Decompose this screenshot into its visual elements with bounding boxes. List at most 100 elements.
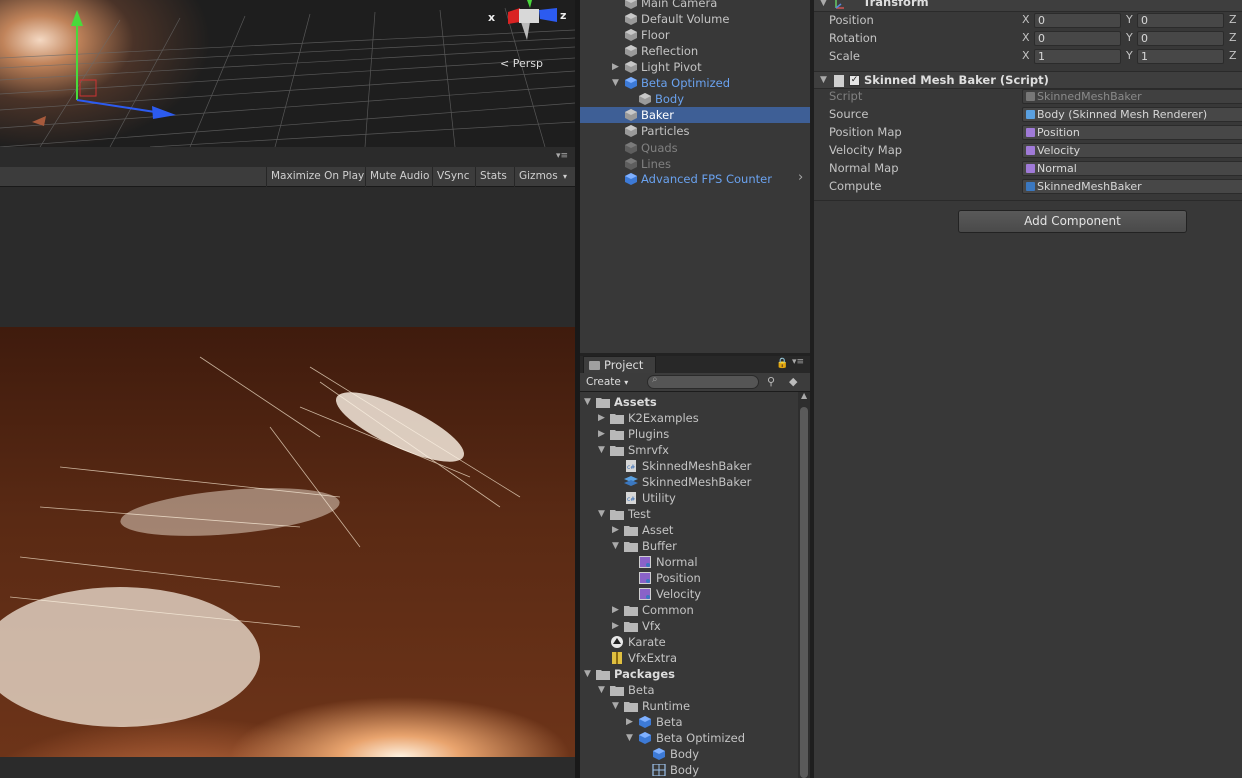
scene-view[interactable]: x z < Persp bbox=[0, 0, 575, 147]
filter-by-label-icon[interactable]: ◆ bbox=[789, 375, 797, 388]
stats-button[interactable]: Stats bbox=[475, 167, 511, 187]
gameobject-icon bbox=[625, 142, 637, 154]
folder-icon bbox=[589, 361, 600, 370]
chevron-right-icon[interactable]: › bbox=[798, 170, 803, 185]
tab-project[interactable]: Project bbox=[583, 356, 656, 374]
gizmo-z-label: z bbox=[560, 9, 567, 22]
project-item-label: Assets bbox=[614, 395, 657, 409]
hierarchy-item-label: Particles bbox=[641, 124, 690, 138]
skinned-mesh-baker-header[interactable]: ▼ ✓ Skinned Mesh Baker (Script) bbox=[814, 71, 1242, 89]
collapse-arrow-icon[interactable]: ▼ bbox=[612, 538, 619, 554]
project-item-label: Test bbox=[628, 507, 651, 521]
compute-row: Compute bbox=[829, 178, 881, 195]
rotation-y-input[interactable]: 0 bbox=[1137, 31, 1224, 46]
hierarchy-item-label: Reflection bbox=[641, 44, 699, 58]
compute-object-field[interactable]: SkinnedMeshBaker bbox=[1022, 179, 1242, 194]
axis-z-label: Z bbox=[1229, 13, 1237, 26]
vsync-button[interactable]: VSync bbox=[432, 167, 474, 187]
collapse-arrow-icon[interactable]: ▼ bbox=[612, 75, 619, 91]
field-label: Compute bbox=[829, 179, 882, 193]
script-icon bbox=[834, 75, 844, 87]
component-title: Skinned Mesh Baker (Script) bbox=[864, 73, 1049, 87]
hierarchy-item-label: Quads bbox=[641, 141, 678, 155]
create-dropdown[interactable]: Create ▾ bbox=[586, 373, 628, 392]
panel-menu-icon[interactable]: ▾≡ bbox=[792, 357, 804, 367]
hierarchy-item-floor[interactable]: Floor bbox=[580, 27, 810, 43]
search-icon: ⌕ bbox=[652, 374, 658, 385]
expand-arrow-icon[interactable]: ▶ bbox=[612, 602, 619, 618]
project-scroll-thumb[interactable] bbox=[800, 407, 808, 778]
create-label: Create bbox=[586, 376, 621, 388]
svg-text:c#: c# bbox=[627, 496, 635, 503]
script-icon bbox=[1026, 92, 1035, 101]
project-item-label: Beta bbox=[656, 715, 683, 729]
axis-x-label: X bbox=[1022, 49, 1030, 62]
velocity-map-value: Velocity bbox=[1037, 144, 1081, 157]
lock-icon[interactable]: 🔒 bbox=[776, 358, 788, 369]
collapse-arrow-icon[interactable]: ▼ bbox=[598, 682, 605, 698]
folder-icon bbox=[610, 686, 624, 696]
hierarchy-item-baker[interactable]: Baker bbox=[580, 107, 810, 123]
hierarchy-item-advanced-fps-counter[interactable]: Advanced FPS Counter bbox=[580, 171, 810, 187]
expand-arrow-icon[interactable]: ▶ bbox=[626, 714, 633, 730]
hierarchy-item-body[interactable]: Body bbox=[580, 91, 810, 107]
expand-arrow-icon[interactable]: ▶ bbox=[598, 426, 605, 442]
position-y-input[interactable]: 0 bbox=[1137, 13, 1224, 28]
collapse-arrow-icon[interactable]: ▼ bbox=[598, 442, 605, 458]
panel-menu-icon[interactable]: ▾≡ bbox=[556, 151, 568, 161]
collapse-arrow-icon[interactable]: ▼ bbox=[612, 698, 619, 714]
velocity-map-row: Velocity Map bbox=[829, 142, 902, 159]
transform-header[interactable]: ▼ Transform bbox=[814, 0, 1242, 12]
normal-map-object-field[interactable]: Normal bbox=[1022, 161, 1242, 176]
mute-audio-button[interactable]: Mute Audio bbox=[365, 167, 433, 187]
hierarchy-item-particles[interactable]: Particles bbox=[580, 123, 810, 139]
script-object-field: SkinnedMeshBaker bbox=[1022, 89, 1242, 104]
velocity-map-object-field[interactable]: Velocity bbox=[1022, 143, 1242, 158]
position-map-value: Position bbox=[1037, 126, 1080, 139]
add-component-button[interactable]: Add Component bbox=[958, 210, 1187, 233]
collapse-arrow-icon[interactable]: ▼ bbox=[626, 730, 633, 746]
axis-z-label: Z bbox=[1229, 49, 1237, 62]
gizmos-dropdown[interactable]: Gizmos ▾ bbox=[514, 167, 572, 187]
hierarchy-item-default-volume[interactable]: Default Volume bbox=[580, 11, 810, 27]
expand-arrow-icon[interactable]: ▶ bbox=[612, 522, 619, 538]
hierarchy-item-quads[interactable]: Quads bbox=[580, 140, 810, 156]
scale-x-input[interactable]: 1 bbox=[1034, 49, 1121, 64]
hierarchy-item-reflection[interactable]: Reflection bbox=[580, 43, 810, 59]
collapse-arrow-icon[interactable]: ▼ bbox=[820, 75, 827, 85]
rotation-x-input[interactable]: 0 bbox=[1034, 31, 1121, 46]
folder-icon bbox=[596, 670, 610, 680]
expand-arrow-icon[interactable]: ▶ bbox=[598, 410, 605, 426]
project-item-label: Karate bbox=[628, 635, 666, 649]
scale-y-input[interactable]: 1 bbox=[1137, 49, 1224, 64]
maximize-on-play-button[interactable]: Maximize On Play bbox=[266, 167, 368, 187]
collapse-arrow-icon[interactable]: ▼ bbox=[820, 0, 827, 8]
folder-icon bbox=[610, 430, 624, 440]
project-item-label: Vfx bbox=[642, 619, 661, 633]
hierarchy-item-lines[interactable]: Lines bbox=[580, 156, 810, 172]
gameobject-icon bbox=[625, 61, 637, 73]
collapse-arrow-icon[interactable]: ▼ bbox=[598, 506, 605, 522]
source-object-field[interactable]: Body (Skinned Mesh Renderer) bbox=[1022, 107, 1242, 122]
filter-by-type-icon[interactable]: ⚲ bbox=[767, 375, 775, 388]
collapse-arrow-icon[interactable]: ▼ bbox=[584, 666, 591, 682]
normal-map-row: Normal Map bbox=[829, 160, 899, 177]
projection-toggle[interactable]: < Persp bbox=[500, 57, 543, 70]
collapse-arrow-icon[interactable]: ▼ bbox=[584, 394, 591, 410]
project-search-input[interactable]: ⌕ bbox=[647, 374, 759, 389]
position-x-input[interactable]: 0 bbox=[1034, 13, 1121, 28]
hierarchy-item-beta-optimized[interactable]: ▼ Beta Optimized bbox=[580, 75, 810, 91]
project-item-label: Asset bbox=[642, 523, 674, 537]
position-map-object-field[interactable]: Position bbox=[1022, 125, 1242, 140]
hierarchy-item-main-camera[interactable]: Main Camera bbox=[580, 0, 810, 11]
field-label: Script bbox=[829, 89, 863, 103]
hierarchy-item-label: Baker bbox=[641, 108, 674, 122]
enabled-checkbox[interactable]: ✓ bbox=[849, 75, 860, 86]
hierarchy-item-light-pivot[interactable]: ▶ Light Pivot bbox=[580, 59, 810, 75]
prefab-icon bbox=[625, 77, 637, 89]
render-texture-icon bbox=[1026, 164, 1035, 173]
expand-arrow-icon[interactable]: ▶ bbox=[612, 59, 619, 75]
expand-arrow-icon[interactable]: ▶ bbox=[612, 618, 619, 634]
model-prefab-icon bbox=[639, 716, 651, 728]
scroll-up-icon[interactable]: ▲ bbox=[801, 391, 807, 400]
